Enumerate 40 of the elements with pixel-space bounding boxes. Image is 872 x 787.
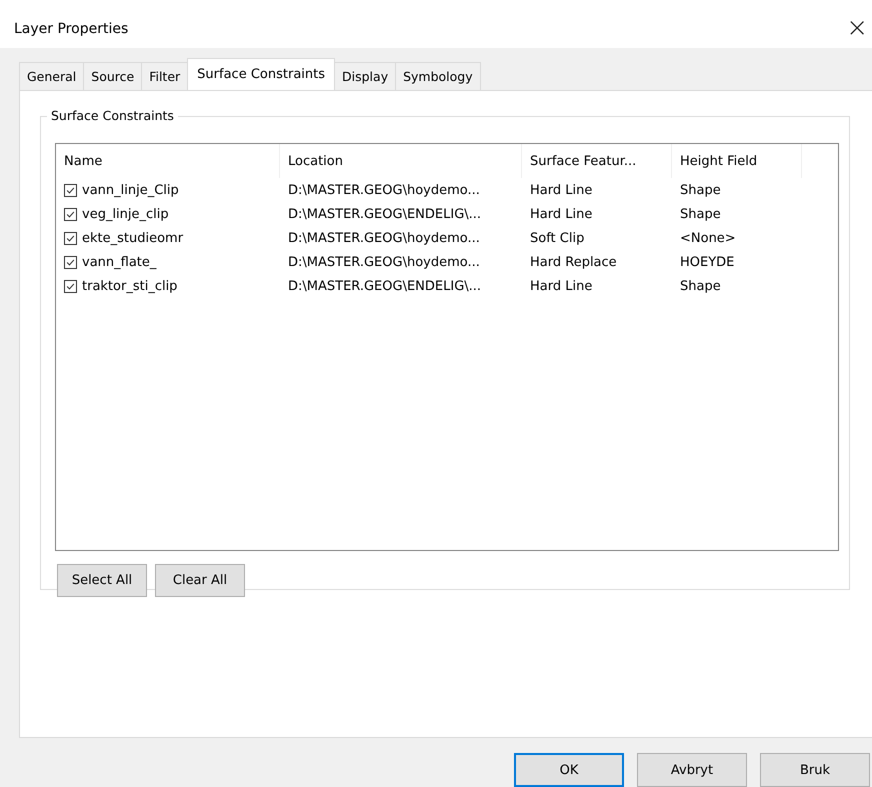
checkbox[interactable]: [64, 184, 77, 197]
table-cell: vann_linje_Clip: [82, 182, 179, 198]
table-cell: vann_flate_: [82, 254, 156, 270]
table-cell-text: Shape: [679, 182, 722, 198]
table-cell: ekte_studieomr: [82, 230, 184, 246]
column-header[interactable]: Surface Featur...: [522, 144, 672, 178]
table-cell-text: Hard Replace: [529, 254, 618, 270]
table-cell-text: D:\MASTER.GEOG\ENDELIG\...: [287, 278, 482, 294]
column-header[interactable]: Name: [56, 144, 280, 178]
button[interactable]: Avbryt: [637, 753, 747, 787]
table-cell-text: <None>: [679, 230, 737, 246]
button[interactable]: Clear All: [155, 564, 245, 598]
table-cell-text: Shape: [679, 206, 722, 222]
tab[interactable]: Symbology: [395, 62, 481, 90]
close-button[interactable]: ×: [842, 13, 872, 43]
table-cell-text: Hard Line: [529, 206, 594, 222]
table-cell-text: D:\MASTER.GEOG\hoydemo...: [287, 182, 481, 198]
table-cell-text: D:\MASTER.GEOG\hoydemo...: [287, 230, 481, 246]
table-cell-text: HOEYDE: [679, 254, 736, 270]
tab[interactable]: General: [19, 62, 84, 90]
button[interactable]: Select All: [57, 564, 147, 598]
button[interactable]: Bruk: [760, 753, 870, 787]
table-cell-text: D:\MASTER.GEOG\ENDELIG\...: [287, 206, 482, 222]
table-cell: traktor_sti_clip: [82, 278, 178, 294]
table-cell-text: Shape: [679, 278, 722, 294]
table-cell-text: Soft Clip: [529, 230, 586, 246]
column-header[interactable]: Location: [280, 144, 522, 178]
column-header[interactable]: Height Field: [672, 144, 802, 178]
checkbox[interactable]: [64, 280, 77, 293]
table-cell-text: Hard Line: [529, 278, 594, 294]
checkbox[interactable]: [64, 208, 77, 221]
button[interactable]: OK: [514, 753, 624, 787]
table-cell-text: Hard Line: [529, 182, 594, 198]
table-cell-text: D:\MASTER.GEOG\hoydemo...: [287, 254, 481, 270]
tab[interactable]: Surface Constraints: [187, 58, 336, 90]
checkbox[interactable]: [64, 232, 77, 245]
group-title: Surface Constraints: [47, 108, 178, 124]
table-cell: veg_linje_clip: [82, 206, 169, 222]
checkbox[interactable]: [64, 256, 77, 269]
window-title: Layer Properties: [14, 20, 128, 37]
